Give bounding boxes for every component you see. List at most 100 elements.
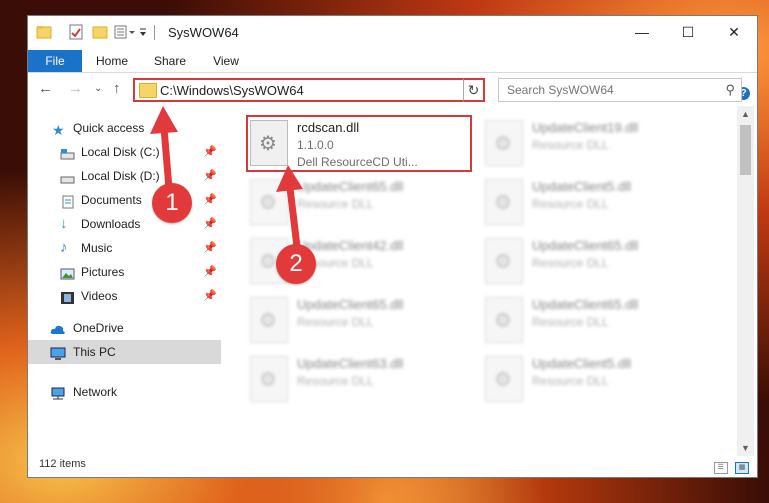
sidebar-item-network[interactable]: Network (28, 380, 221, 404)
sidebar-item-music[interactable]: ♪ Music 📌 (28, 236, 221, 260)
file-item[interactable]: UpdateClient65.dll Resource DLL (247, 293, 472, 351)
title-separator (154, 25, 155, 40)
sidebar-item-label: Documents (81, 193, 142, 207)
download-icon: ↓ (60, 215, 68, 232)
pin-icon[interactable]: 📌 (203, 140, 217, 164)
recent-locations-button[interactable]: ⌄ (94, 83, 102, 94)
drive-icon (60, 145, 75, 160)
file-name: UpdateClient65.dll (532, 238, 639, 253)
file-name: UpdateClient5.dll (532, 356, 632, 371)
sidebar-item-label: Music (81, 241, 113, 255)
scroll-up-icon[interactable]: ▲ (737, 109, 754, 119)
file-description: Resource DLL (297, 315, 374, 329)
sidebar-item-local-disk-d[interactable]: Local Disk (D:) 📌 (28, 164, 221, 188)
folder-icon (36, 24, 52, 40)
address-path[interactable]: C:\Windows\SysWOW64 (160, 83, 304, 98)
sidebar-item-local-disk-c[interactable]: Local Disk (C:) 📌 (28, 140, 221, 164)
minimize-button[interactable]: — (619, 16, 665, 48)
details-view-icon[interactable]: ☰ (713, 462, 728, 474)
search-icon[interactable]: ⚲ (725, 82, 735, 98)
sidebar-item-pictures[interactable]: Pictures 📌 (28, 260, 221, 284)
sidebar-item-label: Pictures (81, 265, 125, 279)
network-icon (50, 385, 65, 400)
window-title: SysWOW64 (168, 25, 239, 40)
close-button[interactable]: ✕ (711, 16, 757, 48)
dll-file-icon (250, 297, 288, 343)
dll-file-icon (250, 179, 288, 225)
scroll-thumb[interactable] (740, 125, 751, 175)
tiles-view-icon[interactable]: ▦ (735, 462, 749, 474)
forward-button[interactable]: → (68, 80, 83, 97)
file-item[interactable]: UpdateClient65.dll Resource DLL (247, 175, 472, 233)
tab-home[interactable]: Home (88, 50, 136, 72)
sidebar-item-downloads[interactable]: ↓ Downloads 📌 (28, 212, 221, 236)
sidebar-item-this-pc[interactable]: This PC (28, 340, 221, 364)
tab-file[interactable]: File (28, 50, 82, 72)
sidebar-item-label: Videos (81, 289, 118, 303)
pin-icon[interactable]: 📌 (203, 260, 217, 284)
dll-file-icon (485, 238, 523, 284)
address-bar[interactable]: C:\Windows\SysWOW64 ⌄ (133, 78, 484, 102)
sidebar-item-videos[interactable]: Videos 📌 (28, 284, 221, 308)
title-bar: SysWOW64 — ☐ ✕ (28, 16, 757, 50)
pictures-icon (60, 265, 75, 280)
search-box[interactable]: ⚲ (498, 78, 742, 102)
sidebar-item-label: OneDrive (73, 321, 124, 335)
file-name: UpdateClient65.dll (297, 179, 404, 194)
pin-icon[interactable]: 📌 (203, 164, 217, 188)
videos-icon (60, 289, 75, 304)
sidebar-item-onedrive[interactable]: OneDrive (28, 316, 221, 340)
sidebar-item-label: Local Disk (C:) (81, 145, 160, 159)
pin-icon[interactable]: 📌 (203, 212, 217, 236)
properties-icon[interactable] (68, 24, 84, 40)
file-name: UpdateClient63.dll (297, 356, 404, 371)
dll-file-icon (485, 120, 523, 166)
vertical-scrollbar[interactable]: ▲ ▼ (737, 106, 754, 456)
ribbon-tabs: File Home Share View ⌄ ? (28, 50, 757, 100)
dll-file-icon (485, 297, 523, 343)
file-item[interactable]: UpdateClient63.dll Resource DLL (247, 352, 472, 410)
sidebar-item-label: Local Disk (D:) (81, 169, 160, 183)
dll-file-icon (485, 179, 523, 225)
file-item[interactable]: UpdateClient65.dll Resource DLL (482, 293, 707, 351)
refresh-button[interactable]: ↻ (463, 78, 485, 102)
sidebar-item-label: Downloads (81, 217, 141, 231)
up-button[interactable]: ↑ (113, 80, 121, 97)
file-description: Resource DLL (297, 197, 374, 211)
file-item[interactable]: UpdateClient5.dll Resource DLL (482, 352, 707, 410)
sidebar-item-quick-access[interactable]: ★ Quick access (28, 116, 221, 140)
navigation-pane: ★ Quick access Local Disk (C:) 📌 Local D… (28, 110, 221, 455)
dll-file-icon (250, 356, 288, 402)
sidebar-item-documents[interactable]: Documents 📌 (28, 188, 221, 212)
back-button[interactable]: ← (38, 80, 53, 97)
new-folder-icon[interactable] (92, 24, 108, 40)
drive-icon (60, 169, 75, 184)
folder-icon (139, 83, 157, 98)
file-item[interactable]: UpdateClient5.dll Resource DLL (482, 175, 707, 233)
file-description: Resource DLL (532, 138, 609, 152)
file-highlight-box (246, 115, 472, 172)
file-name: UpdateClient19.dll (532, 120, 639, 135)
file-item[interactable]: UpdateClient19.dll Resource DLL (482, 116, 707, 174)
ribbon-divider (28, 72, 757, 73)
cloud-icon (50, 321, 65, 335)
computer-icon (50, 345, 66, 360)
item-count: 112 items (39, 458, 86, 470)
search-input[interactable] (505, 82, 709, 98)
pin-icon[interactable]: 📌 (203, 188, 217, 212)
step-1-badge: 1 (152, 183, 192, 223)
file-name: UpdateClient65.dll (532, 297, 639, 312)
maximize-button[interactable]: ☐ (665, 16, 711, 48)
tab-view[interactable]: View (204, 50, 248, 72)
scroll-down-icon[interactable]: ▼ (737, 443, 754, 453)
tab-share[interactable]: Share (146, 50, 194, 72)
sidebar-item-label: This PC (73, 345, 116, 359)
pin-icon[interactable]: 📌 (203, 236, 217, 260)
file-explorer-window: SysWOW64 — ☐ ✕ File Home Share View ⌄ ? … (27, 15, 758, 478)
file-item[interactable]: UpdateClient65.dll Resource DLL (482, 234, 707, 292)
file-description: Resource DLL (532, 197, 609, 211)
customize-toolbar-icon[interactable] (114, 24, 148, 40)
file-name: UpdateClient42.dll (297, 238, 404, 253)
file-description: Resource DLL (532, 374, 609, 388)
pin-icon[interactable]: 📌 (203, 284, 217, 308)
